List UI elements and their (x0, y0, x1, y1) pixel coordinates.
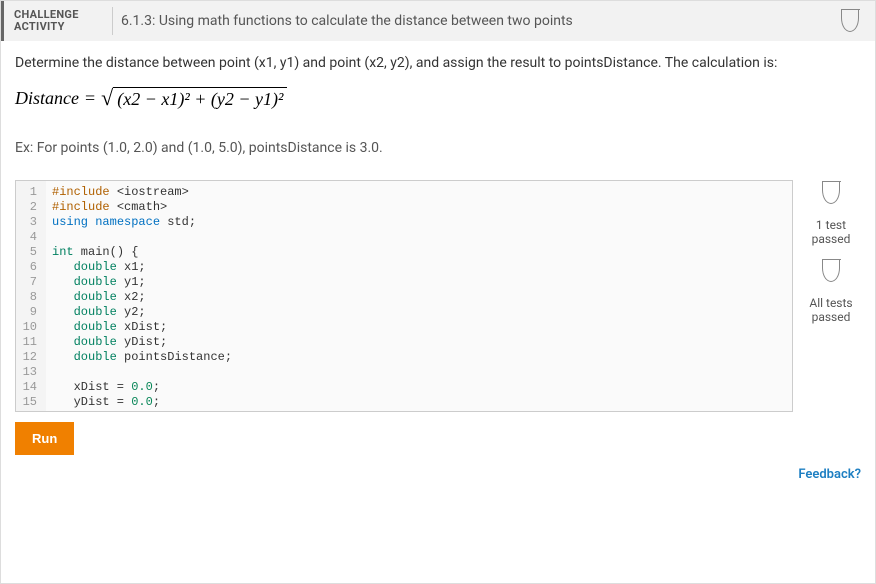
line-number: 11 (16, 335, 42, 350)
line-number: 16 (16, 410, 42, 412)
test-status-rail: 1 test passed All tests passed (801, 180, 861, 412)
line-number: 8 (16, 290, 42, 305)
code-line[interactable]: yDist = 0.0; (52, 395, 232, 410)
all-tests-passed-label: All tests passed (801, 296, 861, 324)
line-number-gutter: 12345678910111213141516171819 (16, 181, 46, 412)
line-number: 2 (16, 200, 42, 215)
line-number: 14 (16, 380, 42, 395)
code-line[interactable]: double yDist; (52, 335, 232, 350)
code-line[interactable] (52, 365, 232, 380)
line-number: 12 (16, 350, 42, 365)
example-text: Ex: For points (1.0, 2.0) and (1.0, 5.0)… (15, 140, 861, 156)
line-number: 1 (16, 185, 42, 200)
one-test-shield-icon (822, 182, 840, 204)
activity-header: CHALLENGE ACTIVITY 6.1.3: Using math fun… (1, 1, 875, 41)
code-line[interactable]: int main() { (52, 245, 232, 260)
distance-formula: Distance = √ (x2 − x1)² + (y2 − y1)² (15, 87, 861, 110)
header-divider (112, 7, 113, 35)
line-number: 10 (16, 320, 42, 335)
code-line[interactable]: double x2; (52, 290, 232, 305)
code-line[interactable] (52, 230, 232, 245)
formula-lhs: Distance (15, 88, 79, 109)
code-line[interactable]: xDist = 0.0; (52, 380, 232, 395)
line-number: 3 (16, 215, 42, 230)
code-line[interactable]: #include <iostream> (52, 185, 232, 200)
instruction-text: Determine the distance between point (x1… (15, 55, 861, 71)
sqrt-icon: √ (101, 87, 113, 109)
equals-sign: = (85, 88, 95, 109)
code-line[interactable]: double x1; (52, 260, 232, 275)
code-line[interactable]: pointsDistance = 0.0; (52, 410, 232, 412)
line-number: 9 (16, 305, 42, 320)
code-source[interactable]: #include <iostream>#include <cmath>using… (46, 181, 238, 412)
all-tests-shield-icon (822, 260, 840, 282)
line-number: 6 (16, 260, 42, 275)
code-line[interactable]: double xDist; (52, 320, 232, 335)
run-button[interactable]: Run (15, 422, 74, 455)
line-number: 15 (16, 395, 42, 410)
line-number: 4 (16, 230, 42, 245)
code-line[interactable]: double y1; (52, 275, 232, 290)
code-line[interactable]: using namespace std; (52, 215, 232, 230)
challenge-activity-label: CHALLENGE ACTIVITY (14, 9, 104, 33)
sqrt-body: (x2 − x1)² + (y2 − y1)² (113, 87, 287, 110)
line-number: 7 (16, 275, 42, 290)
sqrt-expression: √ (x2 − x1)² + (y2 − y1)² (101, 87, 287, 110)
one-test-passed-label: 1 test passed (801, 218, 861, 246)
feedback-link[interactable]: Feedback? (15, 467, 861, 482)
code-editor[interactable]: 12345678910111213141516171819 #include <… (15, 180, 793, 412)
code-line[interactable]: double pointsDistance; (52, 350, 232, 365)
completion-shield-icon (841, 10, 859, 32)
line-number: 5 (16, 245, 42, 260)
code-line[interactable]: #include <cmath> (52, 200, 232, 215)
line-number: 13 (16, 365, 42, 380)
challenge-label-line2: ACTIVITY (14, 21, 104, 33)
activity-title: 6.1.3: Using math functions to calculate… (121, 13, 573, 29)
code-line[interactable]: double y2; (52, 305, 232, 320)
